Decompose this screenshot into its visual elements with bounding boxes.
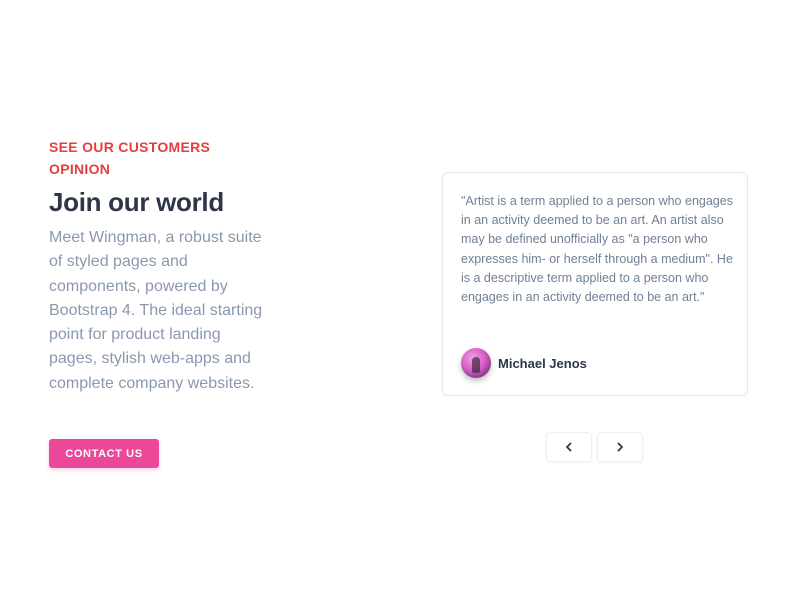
- testimonial-card: "Artist is a term applied to a person wh…: [442, 172, 748, 396]
- carousel-next-button[interactable]: [597, 432, 643, 462]
- page: SEE OUR CUSTOMERS OPINION Join our world…: [0, 0, 800, 600]
- carousel-nav: [546, 432, 643, 462]
- section-title: Join our world: [49, 187, 224, 217]
- avatar: [461, 348, 491, 378]
- section-description: Meet Wingman, a robust suite of styled p…: [49, 229, 263, 392]
- carousel-prev-button[interactable]: [546, 432, 592, 462]
- hero-section: SEE OUR CUSTOMERS OPINION Join our world…: [49, 136, 279, 396]
- testimonial-author: Michael Jenos: [461, 348, 587, 378]
- contact-us-button[interactable]: CONTACT US: [49, 439, 159, 468]
- eyebrow-label: SEE OUR CUSTOMERS OPINION: [49, 139, 211, 177]
- testimonial-quote: "Artist is a term applied to a person wh…: [461, 194, 733, 305]
- chevron-left-icon: [566, 442, 572, 452]
- chevron-right-icon: [617, 442, 623, 452]
- author-name: Michael Jenos: [498, 355, 587, 371]
